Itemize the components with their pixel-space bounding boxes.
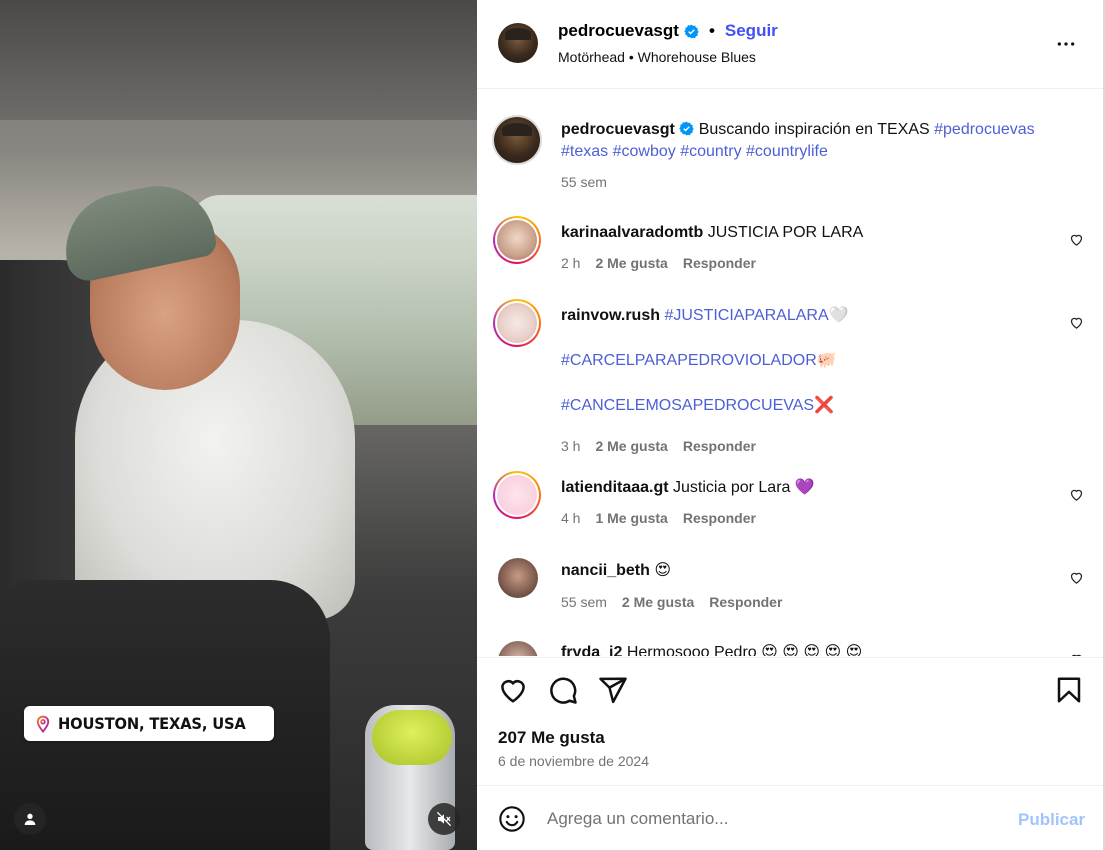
- bookmark-icon[interactable]: [1054, 675, 1084, 705]
- follow-button[interactable]: Seguir: [725, 21, 778, 41]
- comment-text: Justicia por Lara: [673, 479, 791, 496]
- caption-username[interactable]: pedrocuevasgt: [561, 121, 675, 138]
- comment-like-icon[interactable]: [1069, 652, 1084, 656]
- caption-text: Buscando inspiración en TEXAS: [698, 121, 930, 138]
- comment-like-icon[interactable]: [1069, 487, 1084, 502]
- comment-text-block: rainvow.rush #JUSTICIAPARALARA🤍: [561, 305, 1061, 327]
- audio-track[interactable]: Motörhead • Whorehouse Blues: [558, 49, 756, 65]
- comment-meta: 4 h 1 Me gusta Responder: [561, 510, 756, 526]
- likes-count[interactable]: 207 Me gusta: [498, 728, 605, 748]
- post-side-panel: pedrocuevasgt • Seguir Motörhead • Whore…: [477, 0, 1103, 850]
- reply-button[interactable]: Responder: [683, 510, 756, 526]
- emoji: ❌: [814, 397, 835, 414]
- commenter-avatar[interactable]: [498, 641, 538, 656]
- comment-like-icon[interactable]: [1069, 232, 1084, 247]
- comment-text-line: #CANCELEMOSAPEDROCUEVAS❌: [561, 395, 1061, 417]
- comments-list[interactable]: pedrocuevasgt Buscando inspiración en TE…: [477, 90, 1103, 656]
- author-username[interactable]: pedrocuevasgt: [558, 21, 679, 41]
- commenter-avatar[interactable]: [498, 558, 538, 598]
- post-header: pedrocuevasgt • Seguir Motörhead • Whore…: [477, 0, 1103, 89]
- publish-button[interactable]: Publicar: [1018, 810, 1085, 830]
- hashtag-link[interactable]: #CARCELPARAPEDROVIOLADOR: [561, 352, 817, 369]
- comment-composer: Publicar: [477, 785, 1103, 850]
- more-horizontal-icon[interactable]: [1055, 34, 1077, 54]
- location-sticker-text: HOUSTON, TEXAS, USA: [58, 714, 246, 733]
- emoji: 😍 😍 😍 😍 😍: [761, 644, 863, 656]
- verified-badge-icon: [679, 121, 695, 136]
- comment-text-block: fryda_i2 Hermosooo Pedro 😍 😍 😍 😍 😍: [561, 642, 1061, 656]
- comment-username[interactable]: latienditaaa.gt: [561, 479, 669, 496]
- author-avatar[interactable]: [498, 23, 538, 63]
- emoji: 🐖: [816, 352, 837, 369]
- post-media[interactable]: HOUSTON, TEXAS, USA: [0, 0, 477, 850]
- heart-icon[interactable]: [498, 675, 528, 705]
- post-actions: 207 Me gusta 6 de noviembre de 2024: [477, 657, 1103, 785]
- commenter-avatar[interactable]: [497, 220, 537, 260]
- reply-button[interactable]: Responder: [709, 594, 782, 610]
- hashtag-link[interactable]: #country: [680, 143, 741, 160]
- hashtag-link[interactable]: #pedrocuevas: [934, 121, 1035, 138]
- hashtag-link[interactable]: #countrylife: [746, 143, 828, 160]
- author-row: pedrocuevasgt • Seguir: [558, 21, 778, 41]
- emoji: 🤍: [828, 307, 849, 324]
- comment-time[interactable]: 3 h: [561, 438, 580, 454]
- comment-icon[interactable]: [548, 675, 578, 705]
- comment-username[interactable]: fryda_i2: [561, 644, 622, 656]
- caption-text-block: pedrocuevasgt Buscando inspiración en TE…: [561, 119, 1061, 163]
- reply-button[interactable]: Responder: [683, 255, 756, 271]
- comment-username[interactable]: karinaalvaradomtb: [561, 224, 703, 241]
- mute-button[interactable]: [428, 803, 460, 835]
- caption-time[interactable]: 55 sem: [561, 174, 607, 190]
- comment-text-block: latienditaaa.gt Justicia por Lara 💜: [561, 477, 1061, 499]
- separator-dot: •: [708, 21, 715, 40]
- location-sticker: HOUSTON, TEXAS, USA: [24, 706, 274, 741]
- comment-likes[interactable]: 2 Me gusta: [595, 438, 667, 454]
- comment-likes[interactable]: 1 Me gusta: [595, 510, 667, 526]
- emoji: 😍: [654, 562, 672, 579]
- comment-likes[interactable]: 2 Me gusta: [595, 255, 667, 271]
- comment-text-block: nancii_beth 😍: [561, 560, 1061, 582]
- comment-text-block: karinaalvaradomtb JUSTICIA POR LARA: [561, 222, 1061, 244]
- comment-input[interactable]: [547, 806, 987, 832]
- mute-icon: [436, 811, 452, 827]
- commenter-avatar[interactable]: [497, 303, 537, 343]
- comment-time[interactable]: 55 sem: [561, 594, 607, 610]
- comment-text: Hermosooo Pedro: [626, 644, 757, 656]
- hashtag-link[interactable]: #cowboy: [613, 143, 676, 160]
- emoji: 💜: [794, 479, 815, 496]
- caption-avatar[interactable]: [494, 117, 540, 163]
- location-pin-icon: [36, 715, 50, 733]
- tagged-users-button[interactable]: [14, 803, 46, 835]
- comment-meta: 3 h 2 Me gusta Responder: [561, 438, 756, 454]
- comment-meta: 55 sem 2 Me gusta Responder: [561, 594, 782, 610]
- hashtag-link[interactable]: #CANCELEMOSAPEDROCUEVAS: [561, 397, 814, 414]
- comment-likes[interactable]: 2 Me gusta: [622, 594, 694, 610]
- hashtag-link[interactable]: #JUSTICIAPARALARA: [664, 307, 828, 324]
- comment-username[interactable]: rainvow.rush: [561, 307, 660, 324]
- caption-meta: 55 sem: [561, 174, 607, 190]
- media-scene-bottle-cap: [372, 710, 452, 765]
- commenter-avatar[interactable]: [497, 475, 537, 515]
- hashtag-link[interactable]: #texas: [561, 143, 608, 160]
- comment-text-line: #CARCELPARAPEDROVIOLADOR🐖: [561, 350, 1061, 372]
- comment-like-icon[interactable]: [1069, 315, 1084, 330]
- verified-badge-icon: [684, 24, 699, 38]
- comment-username[interactable]: nancii_beth: [561, 562, 650, 579]
- emoji-icon[interactable]: [498, 805, 526, 833]
- media-scene-headliner: [0, 0, 477, 120]
- share-icon[interactable]: [598, 675, 628, 705]
- reply-button[interactable]: Responder: [683, 438, 756, 454]
- user-icon: [24, 813, 36, 825]
- comment-time[interactable]: 2 h: [561, 255, 580, 271]
- post-date[interactable]: 6 de noviembre de 2024: [498, 753, 649, 769]
- comment-text: JUSTICIA POR LARA: [707, 224, 864, 241]
- comment-time[interactable]: 4 h: [561, 510, 580, 526]
- comment-like-icon[interactable]: [1069, 570, 1084, 585]
- comment-meta: 2 h 2 Me gusta Responder: [561, 255, 756, 271]
